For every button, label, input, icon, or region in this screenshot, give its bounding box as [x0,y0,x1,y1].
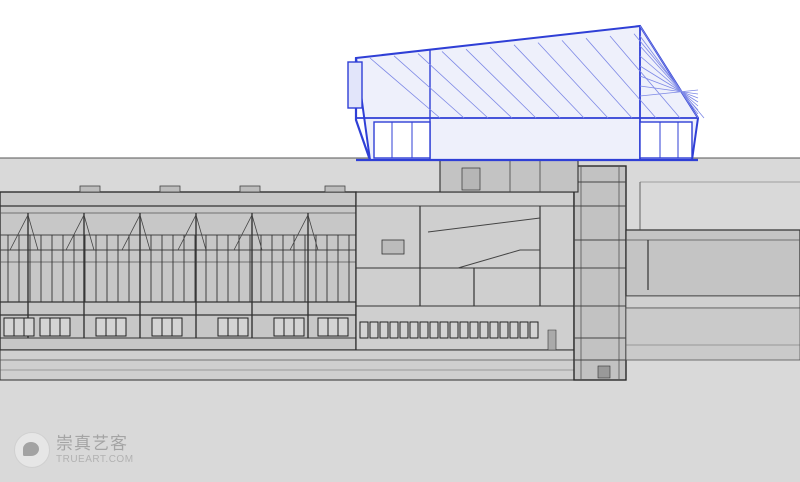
chat-bubble-logo-icon [14,432,50,468]
pavilion-plinth [439,159,579,193]
vertical-core [573,165,627,381]
watermark-name-en: TRUEART.COM [56,453,134,465]
building-section-drawing [0,24,800,482]
central-block [355,191,575,351]
watermark-name-cn: 崇真艺客 [56,433,128,454]
underground-hall [0,185,357,351]
watermark: 崇真艺客 TRUEART.COM [14,432,134,468]
glazed-roof-structure [347,24,705,162]
section-drawing-view: 崇真艺客 TRUEART.COM [0,0,800,482]
